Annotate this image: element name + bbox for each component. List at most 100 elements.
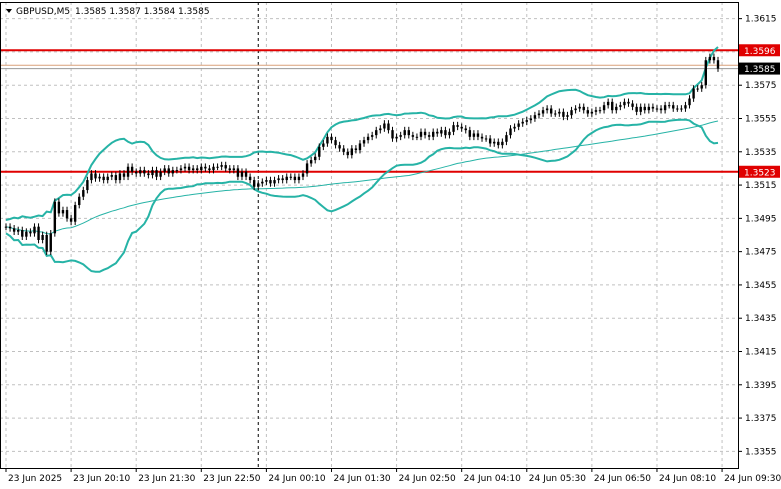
candle [139,166,142,177]
level-price-badge-label: 1.3596 [744,47,776,57]
candle-body [90,173,93,181]
candle-body [460,126,463,129]
candle [45,231,48,255]
candle [236,165,240,181]
candle [464,125,467,134]
candle-body [277,178,280,181]
candle [362,136,366,147]
plot-frame [0,2,739,469]
candle [456,121,459,131]
candle [407,126,410,139]
candle [314,153,317,164]
candle [419,128,423,141]
candle-body [126,166,130,177]
candle-body [159,171,162,177]
candle-body [8,226,12,229]
dropdown-triangle-icon[interactable] [6,9,12,13]
candle-body [594,110,598,112]
candle [86,176,89,194]
candle-body [171,170,175,174]
candle-body [309,160,313,164]
candle [436,128,439,137]
candle [224,161,227,172]
x-tick-label: 23 Jun 20:10 [73,474,130,484]
candle-body [659,108,663,111]
candle-body [436,131,439,134]
candle [716,56,720,72]
candle-body [615,106,618,111]
candle-body [69,218,73,222]
y-tick-label: 1.3475 [745,248,777,258]
candle-body [261,181,264,184]
candle-body [4,226,8,228]
candle [513,123,516,132]
candle [350,145,354,159]
candle [73,201,77,226]
candle-body [554,113,557,115]
candle-body [432,131,435,137]
candle-body [639,106,642,112]
candle [297,173,301,184]
candle [244,168,248,181]
candle-body [387,123,390,131]
y-tick-label: 1.3515 [745,181,777,191]
candle-body [102,176,105,181]
candles [4,53,720,255]
candle-body [45,235,48,252]
candle-body [285,176,288,181]
candle [423,128,427,139]
candle-body [147,173,150,176]
y-tick-label: 1.3355 [745,447,777,457]
candle [545,105,549,114]
y-tick-label: 1.3575 [745,81,777,91]
candle [21,226,24,240]
candle [387,120,390,134]
y-tick-label: 1.3435 [745,314,777,324]
candle [216,163,219,171]
candle-body [399,135,402,137]
candle-body [501,141,504,146]
price-chart[interactable]: 1.36151.35951.35751.35551.35351.35151.34… [0,0,781,489]
candle-body [338,145,341,149]
candle-body [228,168,231,171]
candle [639,103,642,116]
candle-body [143,170,146,174]
candle [623,98,626,109]
candle [468,126,472,141]
candle-body [558,111,561,114]
chart-canvas[interactable]: 1.36151.35951.35751.35551.35351.35151.34… [0,0,781,489]
candle-body [574,108,577,111]
candle-body [484,138,488,140]
candle [537,110,541,119]
candle-body [289,176,292,178]
candle-body [627,101,630,104]
candle [25,228,28,240]
candle-body [651,106,655,109]
candle [134,168,138,177]
candle [110,171,113,181]
axes: 1.36151.35951.35751.35551.35351.35151.34… [0,2,781,484]
candle-body [716,60,720,69]
candle [688,95,691,109]
candle [183,163,187,172]
candle-body [322,143,325,147]
candle [163,165,166,176]
x-tick-label: 24 Jun 02:50 [399,474,456,484]
candle [159,168,162,181]
x-tick-label: 24 Jun 00:10 [268,474,325,484]
candle-body [391,130,394,139]
candle-body [566,115,569,117]
candle [289,173,292,181]
candle-body [187,166,191,171]
candle [126,163,130,181]
candle [541,106,545,117]
candle-body [383,123,386,129]
candle [529,115,533,124]
candle-body [200,166,203,171]
candle [29,228,32,237]
candle [61,206,65,217]
candle [346,148,349,159]
candle-body [631,103,634,107]
candle-body [464,128,467,131]
candle [273,176,276,187]
